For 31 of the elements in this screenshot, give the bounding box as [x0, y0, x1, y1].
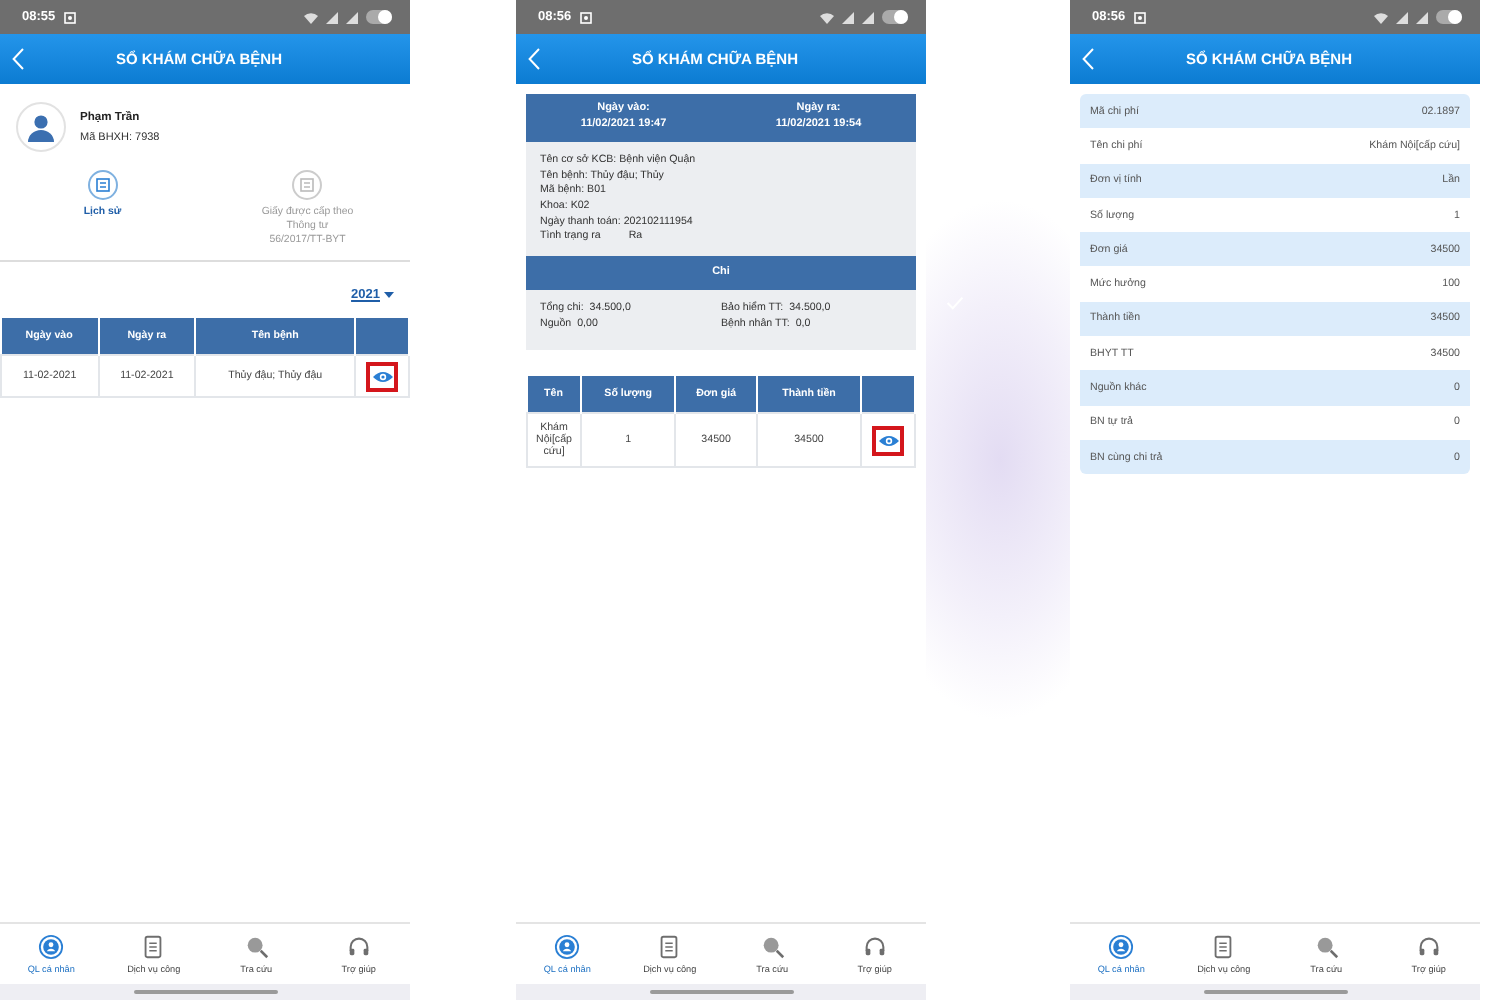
search-icon — [1313, 934, 1340, 960]
eye-icon — [877, 433, 899, 448]
document-icon — [140, 934, 167, 960]
person-icon — [1108, 934, 1135, 960]
document-icon — [656, 934, 683, 960]
headset-icon — [345, 934, 372, 960]
search-icon — [243, 934, 270, 960]
wifi-icon — [820, 11, 834, 23]
wifi-icon — [304, 11, 318, 23]
view-button[interactable] — [872, 425, 904, 456]
headset-icon — [1415, 934, 1442, 960]
back-icon[interactable] — [12, 48, 24, 70]
view-button[interactable] — [366, 361, 398, 392]
battery-icon — [882, 10, 908, 24]
screenshot-icon — [1133, 11, 1146, 23]
back-icon[interactable] — [1082, 48, 1094, 70]
caret-icon[interactable] — [384, 292, 394, 299]
wifi-icon — [1374, 11, 1388, 23]
battery-icon — [1436, 10, 1462, 24]
battery-icon — [366, 10, 392, 24]
history-icon[interactable] — [87, 170, 118, 200]
document-icon — [1210, 934, 1237, 960]
headset-icon — [861, 934, 888, 960]
person-icon — [554, 934, 581, 960]
eye-icon — [371, 369, 393, 384]
avatar — [16, 102, 66, 152]
screenshot-icon — [579, 11, 592, 23]
screenshot-icon — [63, 11, 76, 23]
back-icon[interactable] — [528, 48, 540, 70]
person-icon — [38, 934, 65, 960]
search-icon — [759, 934, 786, 960]
